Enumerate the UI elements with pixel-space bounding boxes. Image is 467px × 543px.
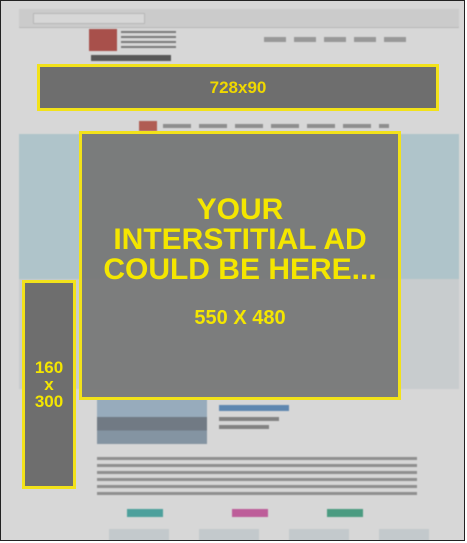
- headline-line-2: INTERSTITIAL AD: [113, 223, 367, 256]
- skyscraper-ad[interactable]: 160 x 300: [22, 280, 76, 489]
- screenshot-frame: 728x90 160 x 300 YOUR INTERSTITIAL AD CO…: [0, 0, 465, 541]
- skyscraper-height: 300: [34, 392, 64, 411]
- interstitial-size: 550 X 480: [194, 307, 286, 329]
- interstitial-ad[interactable]: YOUR INTERSTITIAL AD COULD BE HERE... 55…: [79, 131, 401, 400]
- leaderboard-ad[interactable]: 728x90: [37, 64, 439, 111]
- skyscraper-width: 160: [34, 358, 64, 377]
- headline-line-3: COULD BE HERE...: [103, 253, 377, 286]
- headline-line-1: YOUR: [196, 193, 284, 226]
- leaderboard-ad-label: 728x90: [209, 77, 267, 97]
- interstitial-headline: YOUR INTERSTITIAL AD COULD BE HERE...: [103, 195, 376, 285]
- skyscraper-x: x: [44, 375, 54, 394]
